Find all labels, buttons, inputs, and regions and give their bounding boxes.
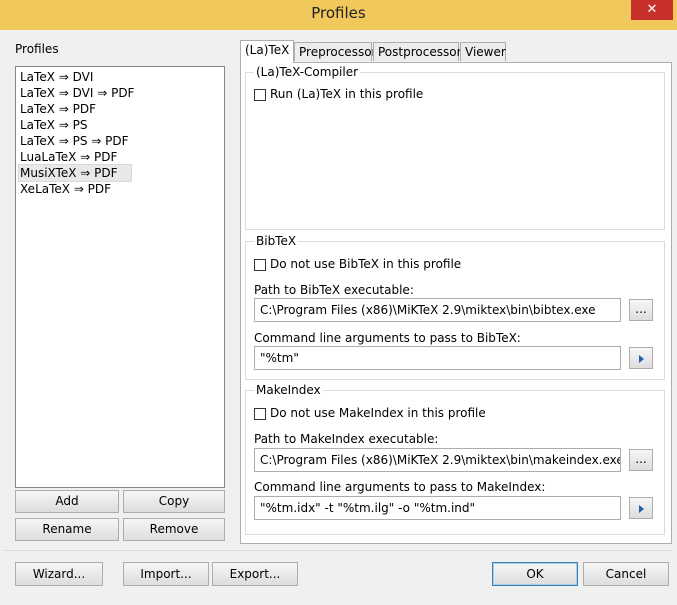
makeindex-path-field[interactable]: C:\Program Files (x86)\MiKTeX 2.9\miktex… — [254, 448, 621, 472]
disable-makeindex-checkbox[interactable] — [254, 408, 266, 420]
arrow-right-icon — [639, 505, 644, 513]
list-item[interactable]: LaTeX ⇒ PS — [19, 117, 88, 133]
remove-button[interactable]: Remove — [123, 518, 225, 541]
dialog-body: Profiles LaTeX ⇒ DVI LaTeX ⇒ DVI ⇒ PDF L… — [4, 30, 673, 601]
list-item[interactable]: LaTeX ⇒ DVI ⇒ PDF — [19, 85, 135, 101]
bibtex-path-label: Path to BibTeX executable: — [254, 283, 414, 297]
profiles-dialog: Profiles ✕ Profiles LaTeX ⇒ DVI LaTeX ⇒ … — [0, 0, 677, 605]
tab-panel: (La)TeX-Compiler Run (La)TeX in this pro… — [240, 62, 672, 544]
bibtex-path-field[interactable]: C:\Program Files (x86)\MiKTeX 2.9\miktex… — [254, 298, 621, 322]
bibtex-browse-button[interactable]: ... — [629, 299, 653, 321]
run-latex-checkbox[interactable] — [254, 89, 266, 101]
makeindex-path-label: Path to MakeIndex executable: — [254, 432, 439, 446]
title-bar: Profiles ✕ — [0, 0, 677, 30]
profiles-list[interactable]: LaTeX ⇒ DVI LaTeX ⇒ DVI ⇒ PDF LaTeX ⇒ PD… — [15, 66, 225, 488]
makeindex-args-field[interactable]: "%tm.idx" -t "%tm.ilg" -o "%tm.ind" — [254, 496, 621, 520]
disable-makeindex-label: Do not use MakeIndex in this profile — [270, 406, 486, 420]
makeindex-group-title: MakeIndex — [254, 383, 323, 397]
add-button[interactable]: Add — [15, 490, 119, 513]
list-item[interactable]: LaTeX ⇒ PDF — [19, 101, 97, 117]
import-button[interactable]: Import... — [123, 562, 209, 586]
tab-postprocessor[interactable]: Postprocessor — [373, 42, 462, 61]
window-title: Profiles — [311, 4, 366, 22]
bibtex-group-title: BibTeX — [254, 234, 299, 248]
close-button[interactable]: ✕ — [631, 0, 673, 20]
arrow-right-icon — [639, 355, 644, 363]
compiler-group-title: (La)TeX-Compiler — [254, 65, 361, 79]
bibtex-group: BibTeX Do not use BibTeX in this profile… — [245, 234, 665, 380]
makeindex-args-menu-button[interactable] — [629, 497, 653, 519]
list-item[interactable]: LaTeX ⇒ DVI — [19, 69, 94, 85]
bibtex-args-menu-button[interactable] — [629, 347, 653, 369]
makeindex-args-label: Command line arguments to pass to MakeIn… — [254, 480, 546, 494]
list-item[interactable]: LaTeX ⇒ PS ⇒ PDF — [19, 133, 130, 149]
wizard-button[interactable]: Wizard... — [15, 562, 103, 586]
export-button[interactable]: Export... — [212, 562, 298, 586]
tab-latex[interactable]: (La)TeX — [240, 40, 295, 63]
disable-bibtex-label: Do not use BibTeX in this profile — [270, 257, 462, 271]
bibtex-args-label: Command line arguments to pass to BibTeX… — [254, 331, 521, 345]
ok-button[interactable]: OK — [492, 562, 578, 586]
makeindex-group: MakeIndex Do not use MakeIndex in this p… — [245, 383, 665, 535]
disable-bibtex-checkbox[interactable] — [254, 259, 266, 271]
bibtex-args-field[interactable]: "%tm" — [254, 346, 621, 370]
list-item-selected[interactable]: MusiXTeX ⇒ PDF — [18, 164, 132, 182]
tab-preprocessor[interactable]: Preprocessor — [294, 42, 376, 61]
rename-button[interactable]: Rename — [15, 518, 119, 541]
makeindex-browse-button[interactable]: ... — [629, 449, 653, 471]
compiler-group: (La)TeX-Compiler Run (La)TeX in this pro… — [245, 65, 665, 230]
list-item[interactable]: XeLaTeX ⇒ PDF — [19, 181, 112, 197]
copy-button[interactable]: Copy — [123, 490, 225, 513]
run-latex-label: Run (La)TeX in this profile — [270, 87, 424, 101]
profiles-label: Profiles — [15, 42, 59, 56]
tab-viewer[interactable]: Viewer — [460, 42, 506, 61]
footer-divider — [4, 550, 673, 551]
list-item[interactable]: LuaLaTeX ⇒ PDF — [19, 149, 118, 165]
cancel-button[interactable]: Cancel — [583, 562, 669, 586]
